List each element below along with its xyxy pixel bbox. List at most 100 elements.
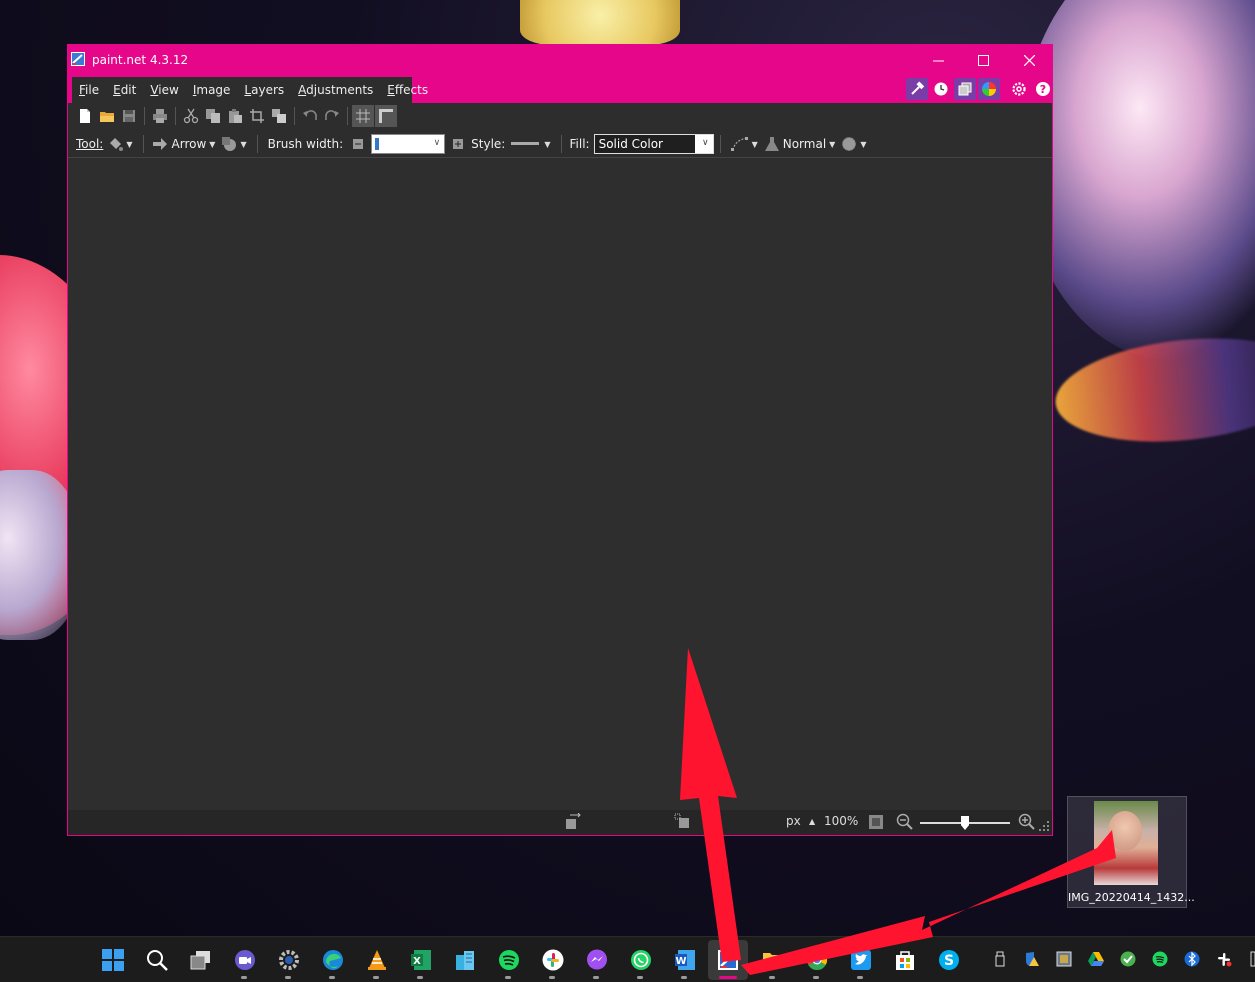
selection-clipping-icon[interactable] <box>841 136 857 152</box>
menu-edit[interactable]: Edit <box>113 83 136 97</box>
tray-slack[interactable] <box>1216 951 1232 967</box>
settings-app-button[interactable] <box>276 947 302 973</box>
new-button[interactable] <box>74 105 96 127</box>
save-button[interactable] <box>118 105 140 127</box>
zoom-in-icon[interactable] <box>1018 813 1036 831</box>
rulers-toggle-button[interactable] <box>375 105 397 127</box>
title-bar[interactable]: paint.net 4.3.12 <box>68 45 1052 75</box>
arrow-type-label[interactable]: Arrow <box>172 137 207 151</box>
undo-button[interactable] <box>299 105 321 127</box>
edge-button[interactable] <box>320 947 346 973</box>
arrow-dropdown-caret[interactable]: ▼ <box>209 140 215 149</box>
menu-image[interactable]: Image <box>193 83 231 97</box>
blend-dropdown-caret[interactable]: ▼ <box>829 140 835 149</box>
spotify-button[interactable] <box>496 947 522 973</box>
task-view-button[interactable] <box>188 947 214 973</box>
zoom-slider[interactable] <box>920 816 1010 830</box>
bluetooth-icon <box>1184 951 1200 967</box>
excel-icon: X <box>411 950 431 970</box>
menu-layers[interactable]: Layers <box>244 83 284 97</box>
redo-button[interactable] <box>321 105 343 127</box>
layers-window-button[interactable] <box>954 78 976 100</box>
crop-button[interactable] <box>246 105 268 127</box>
zoom-out-icon[interactable] <box>896 813 914 831</box>
azure-data-app-button[interactable] <box>452 947 478 973</box>
settings-button[interactable] <box>1008 78 1030 100</box>
open-button[interactable] <box>96 105 118 127</box>
antialias-icon[interactable] <box>221 136 237 152</box>
resize-grip-icon[interactable] <box>1038 820 1050 832</box>
store-button[interactable] <box>892 947 918 973</box>
word-button[interactable]: W <box>672 947 698 973</box>
history-window-button[interactable] <box>930 78 952 100</box>
google-drive-icon <box>1088 952 1104 966</box>
whatsapp-button[interactable] <box>628 947 654 973</box>
skype-icon: S <box>939 950 959 970</box>
paste-button[interactable] <box>224 105 246 127</box>
search-button[interactable] <box>144 947 170 973</box>
style-dropdown-caret[interactable]: ▼ <box>544 140 550 149</box>
teams-chat-button[interactable] <box>232 947 258 973</box>
messenger-button[interactable] <box>584 947 610 973</box>
style-label: Style: <box>471 137 506 151</box>
zoom-slider-thumb[interactable] <box>961 816 969 830</box>
brush-width-decrease-icon[interactable] <box>353 139 364 149</box>
tray-usb[interactable] <box>992 951 1008 967</box>
toolbar-separator <box>175 107 176 125</box>
maximize-icon <box>977 54 989 66</box>
copy-button[interactable] <box>202 105 224 127</box>
tray-spotify[interactable] <box>1152 951 1168 967</box>
units-selector[interactable]: px <box>786 814 801 828</box>
chrome-button[interactable] <box>804 947 830 973</box>
tray-bluetooth[interactable] <box>1184 951 1200 967</box>
running-indicator <box>637 976 643 979</box>
tool-dropdown-caret[interactable]: ▼ <box>126 140 132 149</box>
copy-icon <box>206 109 220 123</box>
tray-app-1[interactable] <box>1056 951 1072 967</box>
deselect-button[interactable] <box>268 105 290 127</box>
menu-effects[interactable]: Effects <box>387 83 428 97</box>
cut-button[interactable] <box>180 105 202 127</box>
blend-mode-label[interactable]: Normal <box>783 137 826 151</box>
twitter-button[interactable] <box>848 947 874 973</box>
active-app-indicator <box>719 976 737 979</box>
tray-check[interactable] <box>1120 951 1136 967</box>
tray-overflow[interactable] <box>1245 951 1255 967</box>
close-button[interactable] <box>1006 45 1052 75</box>
vlc-button[interactable] <box>364 947 390 973</box>
menu-file[interactable]: File <box>79 83 99 97</box>
menu-adjustments[interactable]: Adjustments <box>298 83 373 97</box>
clipping-dropdown-caret[interactable]: ▼ <box>860 140 866 149</box>
zoom-value[interactable]: 100% <box>824 814 858 828</box>
brush-width-increase-icon[interactable] <box>453 139 464 149</box>
colors-window-button[interactable] <box>978 78 1000 100</box>
canvas-area[interactable] <box>68 158 1052 810</box>
desktop-image-file[interactable]: IMG_20220414_1432... <box>1067 796 1195 908</box>
minimize-button[interactable] <box>915 45 961 75</box>
line-style-icon[interactable] <box>511 140 541 148</box>
tools-window-button[interactable] <box>906 78 928 100</box>
curve-path-icon[interactable] <box>730 136 749 152</box>
zoom-to-window-icon[interactable] <box>868 814 884 830</box>
tray-security-warning[interactable] <box>1024 951 1040 967</box>
start-button[interactable] <box>100 947 126 973</box>
curve-dropdown-caret[interactable]: ▼ <box>752 140 758 149</box>
grid-toggle-button[interactable] <box>352 105 374 127</box>
fill-combo[interactable]: Solid Color ∨ <box>593 134 714 154</box>
file-explorer-button[interactable] <box>760 947 786 973</box>
print-button[interactable] <box>149 105 171 127</box>
paintnet-taskbar-button[interactable] <box>715 947 741 973</box>
excel-button[interactable]: X <box>408 947 434 973</box>
paint-bucket-icon[interactable] <box>107 136 124 152</box>
tray-google-drive[interactable] <box>1088 951 1104 967</box>
brush-width-combo[interactable]: ∨ <box>371 134 446 154</box>
antialias-dropdown-caret[interactable]: ▼ <box>240 140 246 149</box>
help-button[interactable]: ? <box>1032 78 1054 100</box>
units-caret[interactable]: ▲ <box>809 817 815 826</box>
skype-button[interactable]: S <box>936 947 962 973</box>
toolbar-separator <box>560 135 562 153</box>
maximize-button[interactable] <box>960 45 1006 75</box>
slack-button[interactable] <box>540 947 566 973</box>
running-indicator <box>505 976 511 979</box>
menu-view[interactable]: View <box>150 83 178 97</box>
